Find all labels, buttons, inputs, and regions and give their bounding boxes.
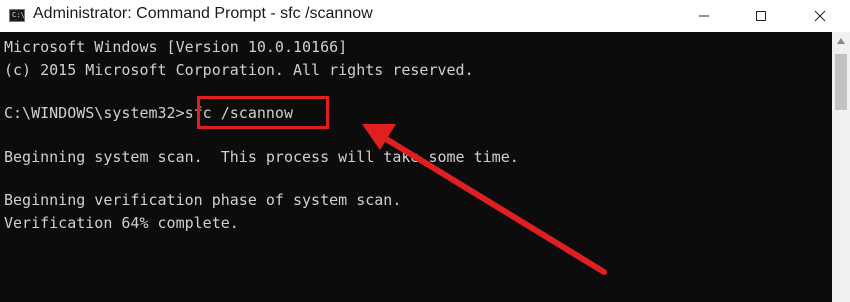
console-output[interactable]: Microsoft Windows [Version 10.0.10166] (… [0,32,832,302]
chevron-up-icon [837,38,845,44]
maximize-button[interactable] [738,0,784,32]
title-bar[interactable]: C:\ Administrator: Command Prompt - sfc … [0,0,850,32]
console-line: Beginning verification phase of system s… [4,191,402,209]
command-prompt-window: C:\ Administrator: Command Prompt - sfc … [0,0,850,302]
vertical-scrollbar[interactable] [832,32,850,302]
highlight-box [197,96,329,129]
close-button[interactable] [797,0,843,32]
maximize-icon [756,11,766,21]
scroll-up-button[interactable] [832,32,850,50]
icon-prompt-text: C:\ [12,11,25,19]
command-prompt-icon[interactable]: C:\ [9,9,25,22]
close-icon [814,10,826,22]
minimize-button[interactable] [681,0,727,32]
console-line: (c) 2015 Microsoft Corporation. All righ… [4,61,474,79]
console-line: Microsoft Windows [Version 10.0.10166] [4,38,348,56]
window-title: Administrator: Command Prompt - sfc /sca… [33,5,373,22]
scroll-thumb[interactable] [835,54,847,110]
minimize-icon [699,15,709,17]
console-line: Verification 64% complete. [4,214,239,232]
console-line: Beginning system scan. This process will… [4,148,519,166]
